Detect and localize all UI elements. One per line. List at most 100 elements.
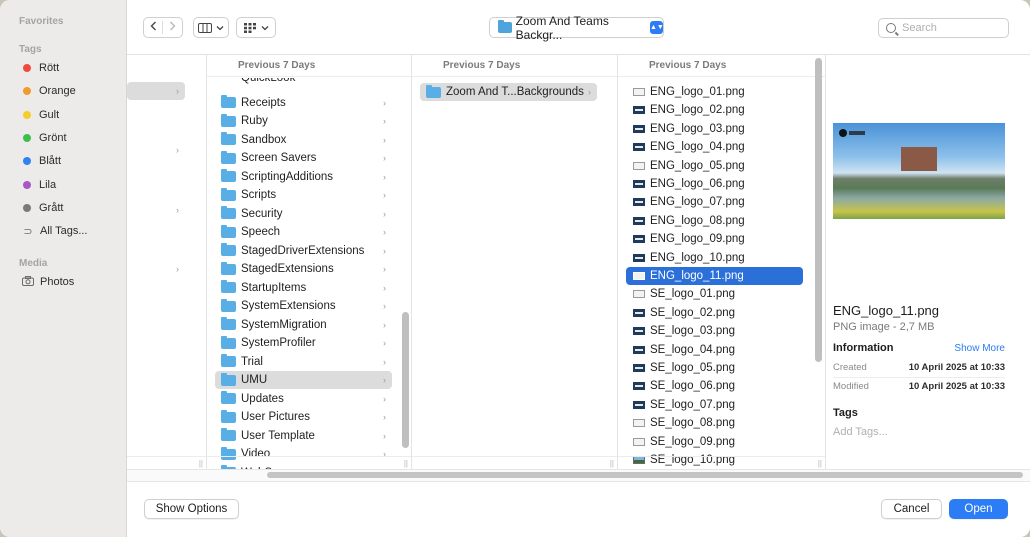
folder-item[interactable]: StagedDriverExtensions › xyxy=(215,242,392,260)
folder-icon xyxy=(221,391,236,404)
column-footer: || xyxy=(127,456,206,470)
folder-item[interactable]: Speech › xyxy=(215,223,392,241)
file-item[interactable]: ENG_logo_08.png xyxy=(626,212,803,230)
file-item[interactable]: SE_logo_01.png xyxy=(626,285,803,303)
folder-label: Security xyxy=(241,207,283,220)
folder-zoom-and-teams-backgrounds[interactable]: Zoom And T...Backgrounds › xyxy=(420,83,597,101)
folder-item[interactable]: Sandbox › xyxy=(215,131,392,149)
column-resize-handle[interactable]: || xyxy=(199,459,203,468)
sidebar-tag-gray[interactable]: Grått xyxy=(12,198,122,218)
chevron-right-icon: › xyxy=(383,282,386,293)
file-item[interactable]: SE_logo_07.png xyxy=(626,396,803,414)
file-item[interactable]: SE_logo_04.png xyxy=(626,341,803,359)
png-file-icon xyxy=(633,143,645,152)
chevron-down-icon xyxy=(261,25,268,30)
vertical-scrollbar[interactable] xyxy=(815,58,822,362)
folder-item[interactable]: SystemMigration › xyxy=(215,316,392,334)
file-item[interactable]: ENG_logo_06.png xyxy=(626,175,803,193)
file-item[interactable]: SE_logo_02.png xyxy=(626,304,803,322)
show-options-button[interactable]: Show Options xyxy=(144,499,239,519)
file-label: SE_logo_03.png xyxy=(650,325,736,338)
cancel-button[interactable]: Cancel xyxy=(881,499,942,519)
column-resize-handle[interactable]: || xyxy=(818,459,822,468)
file-item[interactable]: ENG_logo_01.png xyxy=(626,83,803,101)
file-label: ENG_logo_08.png xyxy=(650,214,745,227)
add-tags-field[interactable]: Add Tags... xyxy=(833,426,888,438)
folder-item[interactable]: SystemExtensions › xyxy=(215,297,392,315)
column-resize-handle[interactable]: || xyxy=(404,459,408,468)
folder-item[interactable]: QuickLook› xyxy=(215,78,392,87)
file-item[interactable]: ENG_logo_03.png xyxy=(626,120,803,138)
folder-label: StagedExtensions xyxy=(241,263,334,275)
folder-item[interactable]: Ruby › xyxy=(215,112,392,130)
list-item[interactable]: › xyxy=(127,82,185,100)
red-tag-dot xyxy=(23,64,31,72)
sidebar-tag-purple[interactable]: Lila xyxy=(12,175,122,195)
folder-label: User Pictures xyxy=(241,411,311,423)
gray-tag-dot xyxy=(23,204,31,212)
folder-item[interactable]: Screen Savers › xyxy=(215,149,392,167)
open-button[interactable]: Open xyxy=(949,499,1008,519)
sidebar-all-tags[interactable]: ⊃ All Tags... xyxy=(12,221,122,241)
search-field[interactable] xyxy=(878,18,1009,38)
file-item[interactable]: ENG_logo_04.png xyxy=(626,138,803,156)
search-input[interactable] xyxy=(902,22,997,34)
folder-item[interactable]: StagedExtensions › xyxy=(215,260,392,278)
horizontal-scrollbar[interactable] xyxy=(267,472,1023,478)
folder-item[interactable]: Security › xyxy=(215,205,392,223)
location-popup[interactable]: Zoom And Teams Backgr... ▲▼ xyxy=(489,14,664,42)
folder-item[interactable]: Updates › xyxy=(215,390,392,408)
file-item[interactable]: ENG_logo_07.png xyxy=(626,193,803,211)
sidebar-item-photos[interactable]: Photos xyxy=(12,272,122,292)
folder-icon xyxy=(221,113,236,127)
folder-label: Scripts xyxy=(241,189,277,201)
chevron-right-icon: › xyxy=(383,393,386,404)
folder-item[interactable]: Trial › xyxy=(215,353,392,371)
column-header: Previous 7 Days xyxy=(207,55,411,77)
vertical-scrollbar[interactable] xyxy=(402,312,409,448)
folder-item[interactable]: UMU › xyxy=(215,371,392,389)
tags-heading: Tags xyxy=(19,44,42,55)
png-file-icon xyxy=(633,88,645,96)
file-item[interactable]: ENG_logo_05.png xyxy=(626,157,803,175)
file-item[interactable]: SE_logo_03.png xyxy=(626,322,803,340)
file-item[interactable]: ENG_logo_10.png xyxy=(626,249,803,267)
folder-item[interactable]: SystemProfiler › xyxy=(215,334,392,352)
folder-item[interactable]: Scripts › xyxy=(215,186,392,204)
folder-icon xyxy=(426,84,441,98)
folder-icon xyxy=(221,335,236,349)
sidebar-tag-orange[interactable]: Orange xyxy=(12,81,122,101)
file-label: ENG_logo_01.png xyxy=(650,86,745,98)
file-item[interactable]: SE_logo_05.png xyxy=(626,359,803,377)
chevron-right-icon: › xyxy=(383,208,386,219)
sidebar-tag-red[interactable]: Rött xyxy=(12,58,122,78)
list-item[interactable]: › xyxy=(127,201,185,219)
show-more-link[interactable]: Show More xyxy=(954,343,1005,354)
png-file-icon xyxy=(633,180,645,188)
list-item[interactable]: › xyxy=(127,141,185,159)
folder-item[interactable]: User Template › xyxy=(215,427,392,445)
folder-item[interactable]: StartupItems › xyxy=(215,279,392,297)
file-item[interactable]: ENG_logo_09.png xyxy=(626,230,803,248)
sidebar-tag-blue[interactable]: Blått xyxy=(12,151,122,171)
column-resize-handle[interactable]: || xyxy=(610,459,614,468)
created-label: Created xyxy=(833,362,867,373)
folder-item[interactable]: ScriptingAdditions › xyxy=(215,168,392,186)
folder-item[interactable]: Receipts › xyxy=(215,94,392,112)
folder-label: ScriptingAdditions xyxy=(241,170,334,183)
file-item[interactable]: SE_logo_06.png xyxy=(626,377,803,395)
group-by-button[interactable] xyxy=(236,17,276,38)
png-file-icon xyxy=(633,106,645,115)
folder-item[interactable]: User Pictures › xyxy=(215,408,392,426)
file-item[interactable]: ENG_logo_11.png xyxy=(626,267,803,285)
sidebar-tag-yellow[interactable]: Gult xyxy=(12,105,122,125)
sidebar-tag-green[interactable]: Grönt xyxy=(12,128,122,148)
file-item[interactable]: SE_logo_09.png xyxy=(626,433,803,451)
file-item[interactable]: SE_logo_08.png xyxy=(626,414,803,432)
list-item[interactable]: › xyxy=(127,260,185,278)
forward-button[interactable] xyxy=(163,21,182,34)
view-mode-button[interactable] xyxy=(193,17,229,38)
back-button[interactable] xyxy=(144,21,164,34)
chevron-right-icon: › xyxy=(383,245,386,256)
file-item[interactable]: ENG_logo_02.png xyxy=(626,101,803,119)
